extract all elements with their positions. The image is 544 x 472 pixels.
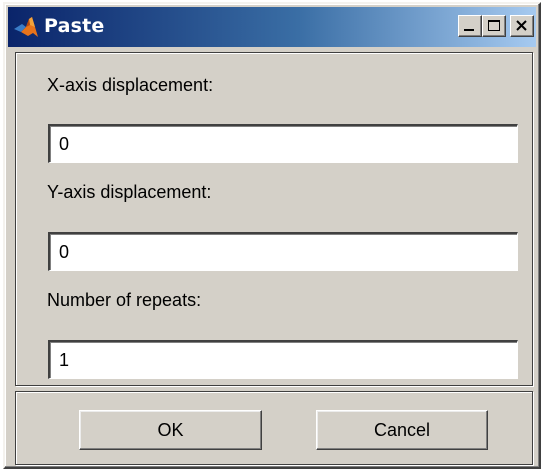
repeats-label: Number of repeats:: [47, 290, 202, 310]
minimize-icon: [464, 29, 474, 31]
matlab-logo-icon: [13, 15, 39, 39]
cancel-button[interactable]: Cancel: [316, 410, 488, 450]
x-axis-input[interactable]: [48, 124, 518, 163]
minimize-button[interactable]: [458, 15, 482, 37]
close-button[interactable]: [510, 15, 534, 37]
paste-dialog: Paste X-axis displacement: Y-axis displa…: [3, 2, 541, 469]
repeats-input[interactable]: [48, 340, 518, 379]
maximize-icon: [488, 20, 500, 31]
input-panel: [15, 52, 533, 386]
title-bar[interactable]: Paste: [8, 7, 536, 47]
y-axis-input[interactable]: [48, 232, 518, 271]
window-title: Paste: [44, 15, 105, 37]
close-icon: [516, 20, 527, 31]
x-axis-label: X-axis displacement:: [47, 75, 214, 95]
maximize-button[interactable]: [482, 15, 506, 37]
y-axis-label: Y-axis displacement:: [47, 182, 212, 202]
ok-button[interactable]: OK: [79, 410, 262, 450]
